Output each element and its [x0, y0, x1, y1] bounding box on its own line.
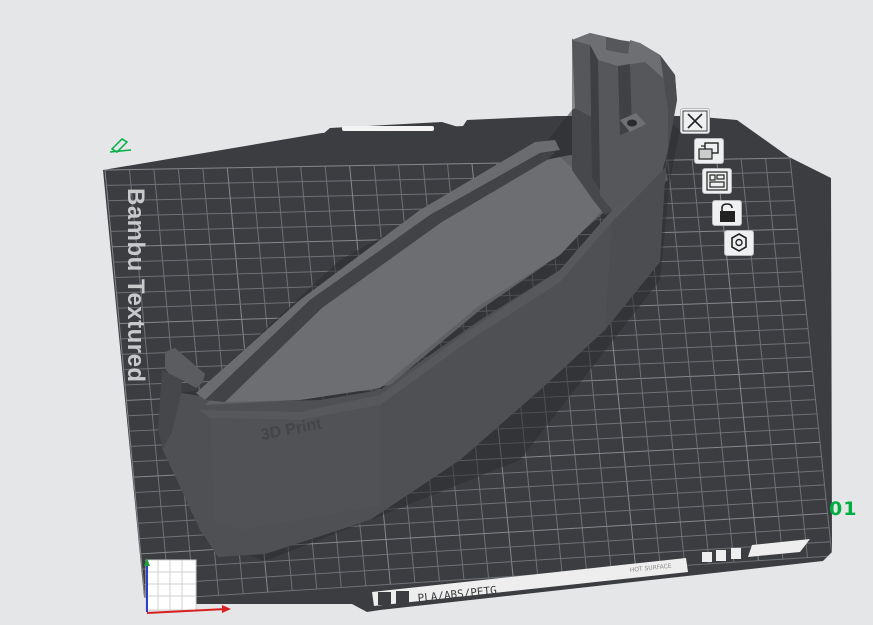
axis-x-arrow	[222, 605, 231, 613]
lock-button[interactable]	[712, 200, 742, 226]
lock-icon	[720, 203, 735, 222]
plate-type-icon-1	[378, 592, 391, 605]
close-icon	[682, 110, 708, 132]
auto-orient-button[interactable]	[694, 138, 724, 164]
orient-icon	[698, 142, 719, 160]
plate-type-icon-2	[396, 591, 409, 604]
plate-side-label: Bambu Textured	[122, 188, 149, 383]
arrange-icon	[706, 171, 728, 191]
arrange-button[interactable]	[702, 168, 732, 194]
edit-plate-icon[interactable]	[109, 138, 132, 153]
delete-plate-button[interactable]	[680, 108, 710, 134]
plate-tab-slot	[342, 126, 434, 131]
plate-settings-button[interactable]	[724, 230, 754, 256]
3d-viewport[interactable]: Bambu Textured PLA/ABS/PETG HOT SURFACE	[0, 0, 873, 625]
gear-icon	[731, 233, 747, 252]
plate-number[interactable]: 01	[829, 498, 857, 520]
